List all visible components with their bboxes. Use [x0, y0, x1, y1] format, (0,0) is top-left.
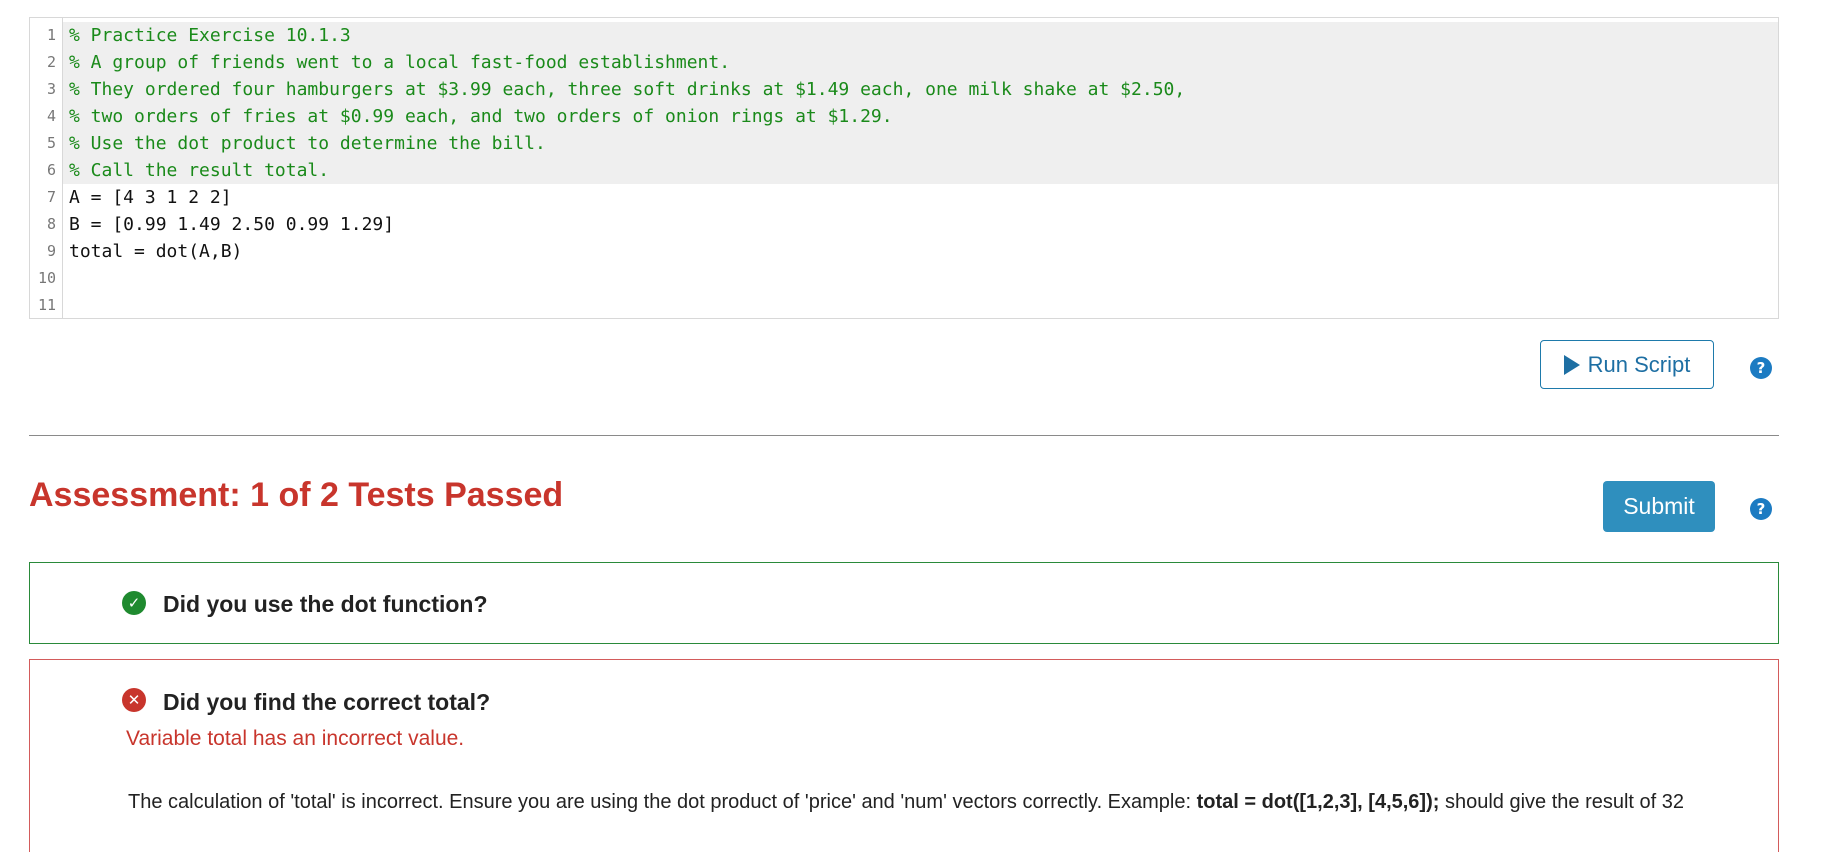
submit-button[interactable]: Submit: [1603, 481, 1715, 532]
code-line-comment[interactable]: % two orders of fries at $0.99 each, and…: [63, 103, 1778, 130]
code-line-comment[interactable]: % Call the result total.: [63, 157, 1778, 184]
line-number: 10: [37, 269, 56, 287]
submit-help-icon[interactable]: ?: [1750, 498, 1772, 520]
play-icon: [1563, 354, 1580, 375]
line-number: 4: [46, 107, 56, 125]
test-result-failed: ✕ Did you find the correct total? Variab…: [29, 659, 1779, 852]
test-label: Did you use the dot function?: [163, 591, 488, 617]
code-line[interactable]: A = [4 3 1 2 2]: [63, 184, 1778, 211]
failure-message: Variable total has an incorrect value.: [126, 727, 465, 750]
page: 1 2 3 4 5 6 7 8 9 10 11 % Practice Exerc…: [0, 0, 1822, 852]
line-number: 8: [46, 215, 56, 233]
line-number: 7: [46, 188, 56, 206]
code-line-comment[interactable]: % Practice Exercise 10.1.3: [63, 22, 1778, 49]
line-number: 2: [46, 53, 56, 71]
line-number: 5: [46, 134, 56, 152]
code-line[interactable]: [63, 265, 1778, 292]
line-number: 6: [46, 161, 56, 179]
run-script-label: Run Script: [1587, 351, 1691, 377]
check-circle-icon: ✓: [122, 591, 146, 615]
test-result-passed: ✓ Did you use the dot function?: [29, 562, 1779, 644]
code-line[interactable]: [63, 292, 1778, 318]
code-line-comment[interactable]: % Use the dot product to determine the b…: [63, 130, 1778, 157]
run-help-icon[interactable]: ?: [1750, 357, 1772, 379]
section-divider: [29, 435, 1779, 436]
line-number: 1: [46, 26, 56, 44]
error-circle-icon: ✕: [122, 688, 146, 712]
failure-detail: The calculation of 'total' is incorrect.…: [128, 786, 1728, 818]
code-line-comment[interactable]: % They ordered four hamburgers at $3.99 …: [63, 76, 1778, 103]
failure-detail-text: The calculation of 'total' is incorrect.…: [128, 791, 1197, 813]
code-editor[interactable]: 1 2 3 4 5 6 7 8 9 10 11 % Practice Exerc…: [29, 17, 1779, 319]
code-line-comment[interactable]: % A group of friends went to a local fas…: [63, 49, 1778, 76]
line-number: 11: [37, 296, 56, 314]
failure-detail-suffix: should give the result of 32: [1439, 791, 1685, 813]
code-line[interactable]: total = dot(A,B): [63, 238, 1778, 265]
failure-detail-code: total = dot([1,2,3], [4,5,6]);: [1196, 791, 1440, 813]
test-label: Did you find the correct total?: [163, 689, 491, 715]
line-number: 9: [46, 242, 56, 260]
line-number-gutter: 1 2 3 4 5 6 7 8 9 10 11: [30, 18, 63, 318]
run-script-button[interactable]: Run Script: [1540, 340, 1714, 389]
line-number: 3: [46, 80, 56, 98]
code-line[interactable]: B = [0.99 1.49 2.50 0.99 1.29]: [63, 211, 1778, 238]
assessment-title: Assessment: 1 of 2 Tests Passed: [29, 476, 564, 514]
